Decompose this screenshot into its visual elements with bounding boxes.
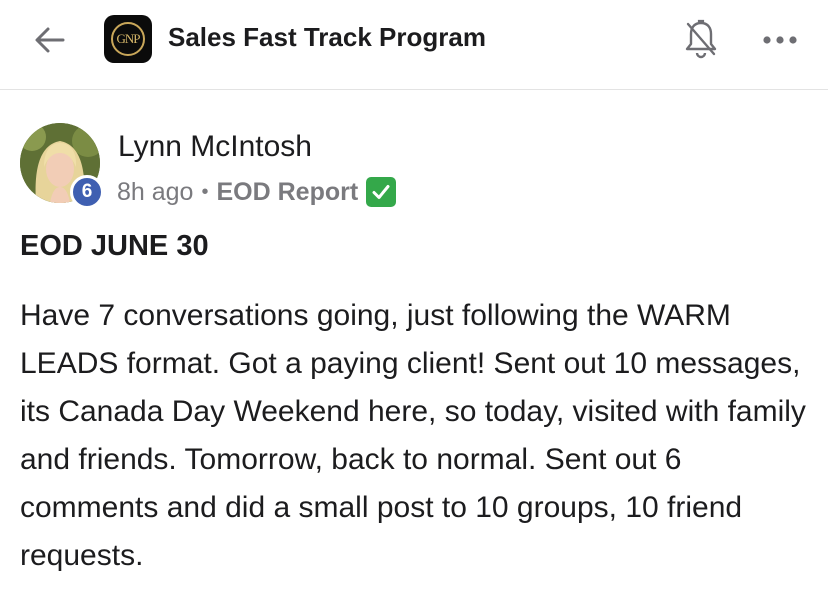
- author-level-badge: 6: [70, 175, 104, 209]
- more-options-button[interactable]: [758, 20, 802, 60]
- more-horizontal-icon: [763, 36, 797, 44]
- arrow-left-icon: [35, 27, 65, 53]
- group-logo-text: GNP: [111, 22, 145, 56]
- author-name[interactable]: Lynn McIntosh: [118, 130, 312, 164]
- meta-separator: •: [201, 180, 209, 203]
- notifications-toggle-button[interactable]: [680, 18, 722, 60]
- post-body: Have 7 conversations going, just followi…: [20, 299, 806, 572]
- group-logo[interactable]: GNP: [104, 15, 152, 63]
- bell-off-icon: [685, 19, 717, 59]
- post-meta: 8h ago • EOD Report: [117, 175, 397, 209]
- post-timestamp: 8h ago: [117, 177, 194, 206]
- group-title: Sales Fast Track Program: [168, 22, 486, 52]
- check-mark-button-icon: [366, 177, 397, 207]
- back-button[interactable]: [30, 20, 70, 60]
- top-app-bar: GNP Sales Fast Track Program: [0, 0, 828, 90]
- post-category[interactable]: EOD Report: [216, 178, 358, 207]
- post-title: EOD JUNE 30: [20, 230, 209, 262]
